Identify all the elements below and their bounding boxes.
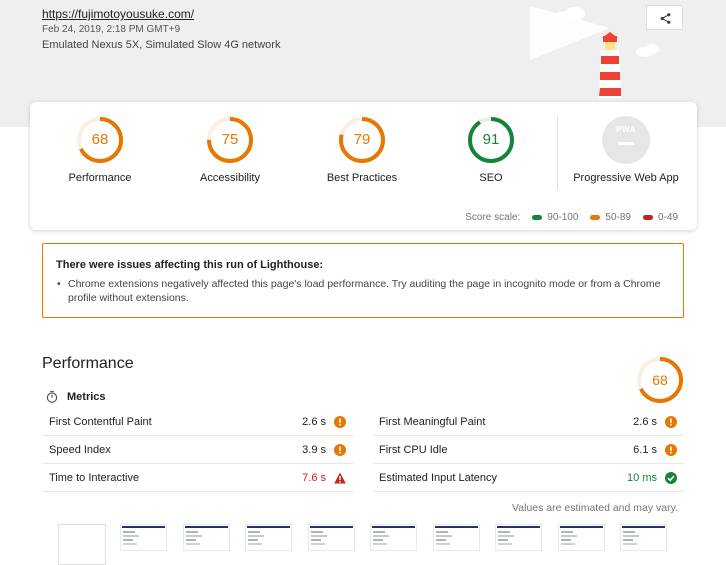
metric-row: First Contentful Paint 2.6 s bbox=[43, 408, 353, 436]
category-scores-card: 68 Performance 75 Accessibility 79 Best Pract… bbox=[30, 102, 697, 230]
fail-scale-pill bbox=[642, 215, 653, 220]
performance-section-title: Performance bbox=[42, 355, 134, 372]
filmstrip-frame bbox=[370, 524, 417, 551]
gauge-score: 79 bbox=[353, 131, 371, 148]
performance-score-value: 68 bbox=[652, 372, 668, 388]
report-date: Feb 24, 2019, 2:18 PM GMT+9 bbox=[42, 24, 181, 35]
metric-name: First Contentful Paint bbox=[49, 416, 152, 428]
score-scale-title: Score scale: bbox=[465, 212, 521, 223]
metric-value: 3.9 s bbox=[302, 444, 326, 456]
metric-row: First CPU Idle 6.1 s bbox=[373, 436, 684, 464]
gauge-score: 91 bbox=[482, 131, 500, 148]
metric-row: Time to Interactive 7.6 s bbox=[43, 464, 353, 492]
gauge-score: 68 bbox=[91, 131, 109, 148]
metric-row: Estimated Input Latency 10 ms bbox=[373, 464, 684, 492]
metric-row: First Meaningful Paint 2.6 s bbox=[373, 408, 684, 436]
metrics-header[interactable]: Metrics bbox=[45, 390, 106, 404]
filmstrip-frame bbox=[495, 524, 542, 551]
environment-info: Emulated Nexus 5X, Simulated Slow 4G net… bbox=[42, 39, 281, 51]
warnings-title: There were issues affecting this run of … bbox=[56, 259, 324, 271]
fail-warning-icon bbox=[334, 472, 346, 484]
gauge-performance[interactable]: 68 Performance bbox=[40, 116, 160, 184]
average-info-icon bbox=[334, 416, 346, 428]
metric-value: 7.6 s bbox=[302, 472, 326, 484]
gauge-score: 75 bbox=[221, 131, 239, 148]
metric-value: 10 ms bbox=[627, 472, 657, 484]
lighthouse-illustration bbox=[530, 6, 659, 98]
metric-value: 6.1 s bbox=[633, 444, 657, 456]
pass-scale-pill bbox=[532, 215, 543, 220]
filmstrip-frame bbox=[620, 524, 667, 551]
filmstrip-frame bbox=[432, 524, 480, 551]
gauge-label: Best Practices bbox=[326, 172, 398, 184]
metric-value: 2.6 s bbox=[633, 416, 657, 428]
gauge-best-practices[interactable]: 79 Best Practices bbox=[302, 116, 422, 184]
performance-score-gauge[interactable]: 68 bbox=[636, 356, 684, 404]
filmstrip-frame bbox=[245, 524, 292, 551]
gauge-seo[interactable]: 91 SEO bbox=[431, 116, 551, 184]
gauge-label: Accessibility bbox=[200, 172, 260, 184]
audited-url-link[interactable]: https://fujimotoyousuke.com/ bbox=[42, 7, 194, 21]
stopwatch-icon bbox=[46, 390, 58, 403]
metrics-label: Metrics bbox=[67, 391, 106, 403]
metric-name: First CPU Idle bbox=[379, 444, 448, 456]
metric-name: First Meaningful Paint bbox=[379, 416, 486, 428]
average-info-icon bbox=[334, 444, 346, 456]
score-scale-legend: Score scale: 90-100 50-89 0-49 bbox=[465, 212, 678, 223]
metric-value: 2.6 s bbox=[302, 416, 326, 428]
pwa-divider bbox=[557, 116, 558, 190]
pass-check-icon bbox=[665, 472, 677, 484]
filmstrip-frame bbox=[120, 524, 167, 551]
average-scale-pill bbox=[590, 215, 601, 220]
metric-name: Time to Interactive bbox=[49, 472, 140, 484]
filmstrip-frame bbox=[182, 524, 230, 551]
gauge-accessibility[interactable]: 75 Accessibility bbox=[170, 116, 290, 184]
run-warnings-box: There were issues affecting this run of … bbox=[42, 243, 684, 318]
pwa-badge-icon: PWA bbox=[602, 116, 650, 164]
average-info-icon bbox=[665, 416, 677, 428]
gauge-label: Progressive Web App bbox=[573, 172, 679, 184]
gauge-label: Performance bbox=[68, 172, 132, 184]
gauge-label: SEO bbox=[479, 172, 503, 184]
pass-scale-label: 90-100 bbox=[547, 212, 579, 223]
gauge-pwa[interactable]: PWA Progressive Web App bbox=[566, 116, 686, 184]
filmstrip-frame-blank bbox=[58, 524, 106, 565]
metric-row: Speed Index 3.9 s bbox=[43, 436, 353, 464]
estimate-note: Values are estimated and may vary. bbox=[512, 502, 678, 514]
fail-scale-label: 0-49 bbox=[657, 212, 678, 223]
average-info-icon bbox=[665, 444, 677, 456]
filmstrip-frame bbox=[557, 524, 605, 551]
filmstrip-frame bbox=[307, 524, 355, 551]
metric-name: Speed Index bbox=[49, 444, 111, 456]
warning-item: Chrome extensions negatively affected th… bbox=[57, 277, 668, 305]
average-scale-label: 50-89 bbox=[605, 212, 631, 223]
metric-name: Estimated Input Latency bbox=[379, 472, 498, 484]
